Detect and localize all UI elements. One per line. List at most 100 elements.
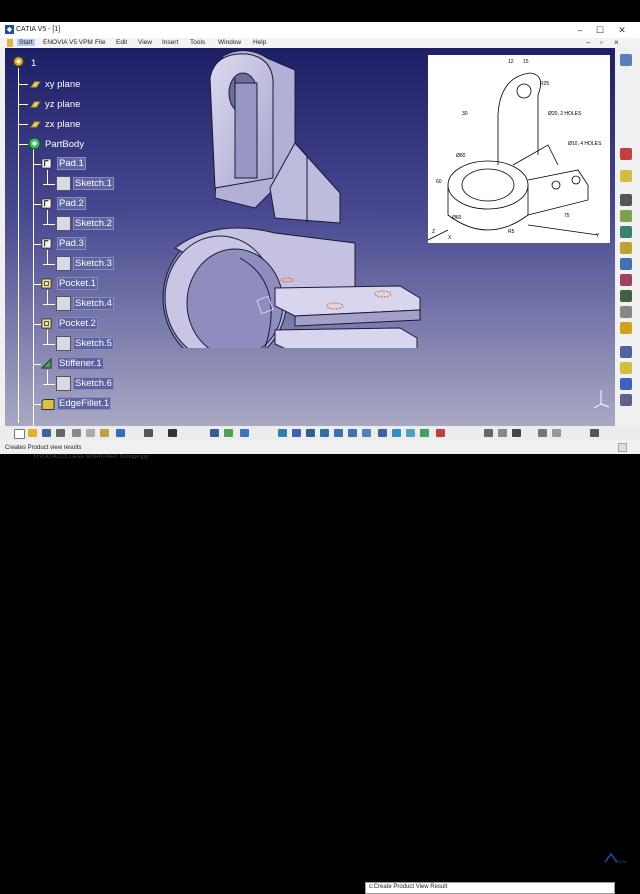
tree-item-sketch-6[interactable]: Sketch.6: [73, 377, 114, 390]
formula-icon[interactable]: [168, 429, 177, 437]
thickness-tool-icon[interactable]: [620, 378, 632, 390]
sketch-icon: [56, 216, 71, 231]
groove-tool-icon[interactable]: [620, 242, 632, 254]
3d-viewport[interactable]: 1 xy plane yz plane zx plane PartBody Pa…: [5, 48, 615, 426]
measure-item-icon[interactable]: [512, 429, 521, 437]
menu-window[interactable]: Window: [218, 39, 241, 46]
measure-icon[interactable]: [620, 170, 632, 182]
tree-item-sketch-5[interactable]: Sketch.5: [73, 337, 114, 350]
render-icon[interactable]: [240, 429, 249, 437]
status-message: Creates Product view results: [5, 445, 82, 451]
menu-file[interactable]: File: [95, 39, 105, 46]
drawing-label-30: 30: [462, 111, 468, 117]
pad-icon: [41, 158, 52, 169]
tree-item-zx-plane[interactable]: zx plane: [45, 119, 80, 130]
tree-item-stiffener-1[interactable]: Stiffener.1: [57, 357, 104, 370]
tools-icon[interactable]: [224, 429, 233, 437]
stiffener-tool-icon[interactable]: [620, 306, 632, 318]
file-path: D:\CATIA COLLEGE WORK\PART 5\image.jpg: [34, 454, 149, 460]
close-button[interactable]: ✕: [614, 24, 630, 36]
menu-help[interactable]: Help: [253, 39, 266, 46]
cut-icon[interactable]: [72, 429, 81, 437]
menu-edit[interactable]: Edit: [116, 39, 127, 46]
copy-icon[interactable]: [86, 429, 95, 437]
mdi-restore-button[interactable]: ▫: [600, 38, 603, 47]
command-help-icon[interactable]: [618, 443, 627, 452]
pad-tool-icon[interactable]: [620, 194, 632, 206]
annotation-icon[interactable]: [552, 429, 561, 437]
tree-branch-line: [33, 244, 41, 245]
tree-item-pocket-1[interactable]: Pocket.1: [57, 277, 98, 290]
tree-item-pad-2[interactable]: Pad.2: [57, 197, 86, 210]
maximize-button[interactable]: ☐: [592, 24, 608, 36]
material-icon[interactable]: [436, 429, 445, 437]
tree-branch-line: [18, 144, 28, 145]
quick-view-icon[interactable]: [378, 429, 387, 437]
new-file-icon[interactable]: [14, 429, 25, 439]
svg-text:CATIA: CATIA: [615, 859, 627, 864]
paste-icon[interactable]: [100, 429, 109, 437]
drawing-label-r5: R5: [508, 229, 515, 235]
tree-item-xy-plane[interactable]: xy plane: [45, 79, 80, 90]
zoom-out-icon[interactable]: [348, 429, 357, 437]
tree-item-edgefillet-1[interactable]: EdgeFillet.1: [56, 397, 112, 410]
menu-start[interactable]: Start: [17, 39, 35, 46]
fly-mode-icon[interactable]: [278, 429, 287, 437]
open-file-icon[interactable]: [28, 429, 37, 437]
compass-tool-icon[interactable]: [590, 429, 599, 437]
pan-icon[interactable]: [306, 429, 315, 437]
swap-space-icon[interactable]: [420, 429, 429, 437]
menu-insert[interactable]: Insert: [162, 39, 178, 46]
fit-all-icon[interactable]: [292, 429, 301, 437]
tree-item-yz-plane[interactable]: yz plane: [45, 99, 80, 110]
menu-enovia[interactable]: ENOVIA V5 VPM: [43, 39, 93, 46]
analysis-icon[interactable]: [484, 429, 493, 437]
minimize-button[interactable]: –: [572, 24, 588, 36]
tree-branch-line: [47, 330, 48, 344]
slot-tool-icon[interactable]: [620, 290, 632, 302]
undo-icon[interactable]: [116, 429, 125, 437]
command-input[interactable]: c:Create Product View Result: [365, 882, 615, 894]
tree-item-pad-3[interactable]: Pad.3: [57, 237, 86, 250]
measure-between-icon[interactable]: [498, 429, 507, 437]
whats-this-icon[interactable]: [144, 429, 153, 437]
fillet-tool-icon[interactable]: [620, 322, 632, 334]
axis-compass-icon[interactable]: [591, 388, 611, 410]
save-icon[interactable]: [42, 429, 51, 437]
right-toolbar: [615, 48, 640, 426]
hole-tool-icon[interactable]: [620, 258, 632, 270]
rib-tool-icon[interactable]: [620, 274, 632, 286]
draft-tool-icon[interactable]: [620, 346, 632, 358]
apply-material-icon[interactable]: [538, 429, 547, 437]
tree-item-sketch-2[interactable]: Sketch.2: [73, 217, 114, 230]
tree-item-pad-1[interactable]: Pad.1: [57, 157, 86, 170]
tree-item-partbody[interactable]: PartBody: [45, 139, 84, 150]
sketch-icon: [56, 376, 71, 391]
sketcher-icon[interactable]: [620, 148, 632, 160]
shell-tool-icon[interactable]: [620, 362, 632, 374]
mdi-minimize-button[interactable]: –: [586, 38, 590, 47]
shaft-tool-icon[interactable]: [620, 226, 632, 238]
view-mode-icon[interactable]: [392, 429, 401, 437]
tree-root[interactable]: 1: [31, 58, 36, 69]
menu-tools[interactable]: Tools: [190, 39, 205, 46]
menu-view[interactable]: View: [138, 39, 152, 46]
drawing-label-holes-20: Ø20, 2 HOLES: [548, 111, 582, 117]
mdi-close-button[interactable]: ×: [614, 38, 619, 47]
tree-item-sketch-3[interactable]: Sketch.3: [73, 257, 114, 270]
rotate-icon[interactable]: [320, 429, 329, 437]
tree-item-sketch-4[interactable]: Sketch.4: [73, 297, 114, 310]
tree-item-pocket-2[interactable]: Pocket.2: [57, 317, 98, 330]
thread-tool-icon[interactable]: [620, 394, 632, 406]
hide-show-icon[interactable]: [406, 429, 415, 437]
zoom-in-icon[interactable]: [334, 429, 343, 437]
normal-view-icon[interactable]: [362, 429, 371, 437]
sketch-icon: [56, 176, 71, 191]
catalog-icon[interactable]: [210, 429, 219, 437]
part-3d-model[interactable]: [155, 48, 425, 348]
tree-item-sketch-1[interactable]: Sketch.1: [73, 177, 114, 190]
pocket-tool-icon[interactable]: [620, 210, 632, 222]
tree-branch-line: [18, 104, 28, 105]
print-icon[interactable]: [56, 429, 65, 437]
workbench-icon[interactable]: [620, 54, 632, 66]
